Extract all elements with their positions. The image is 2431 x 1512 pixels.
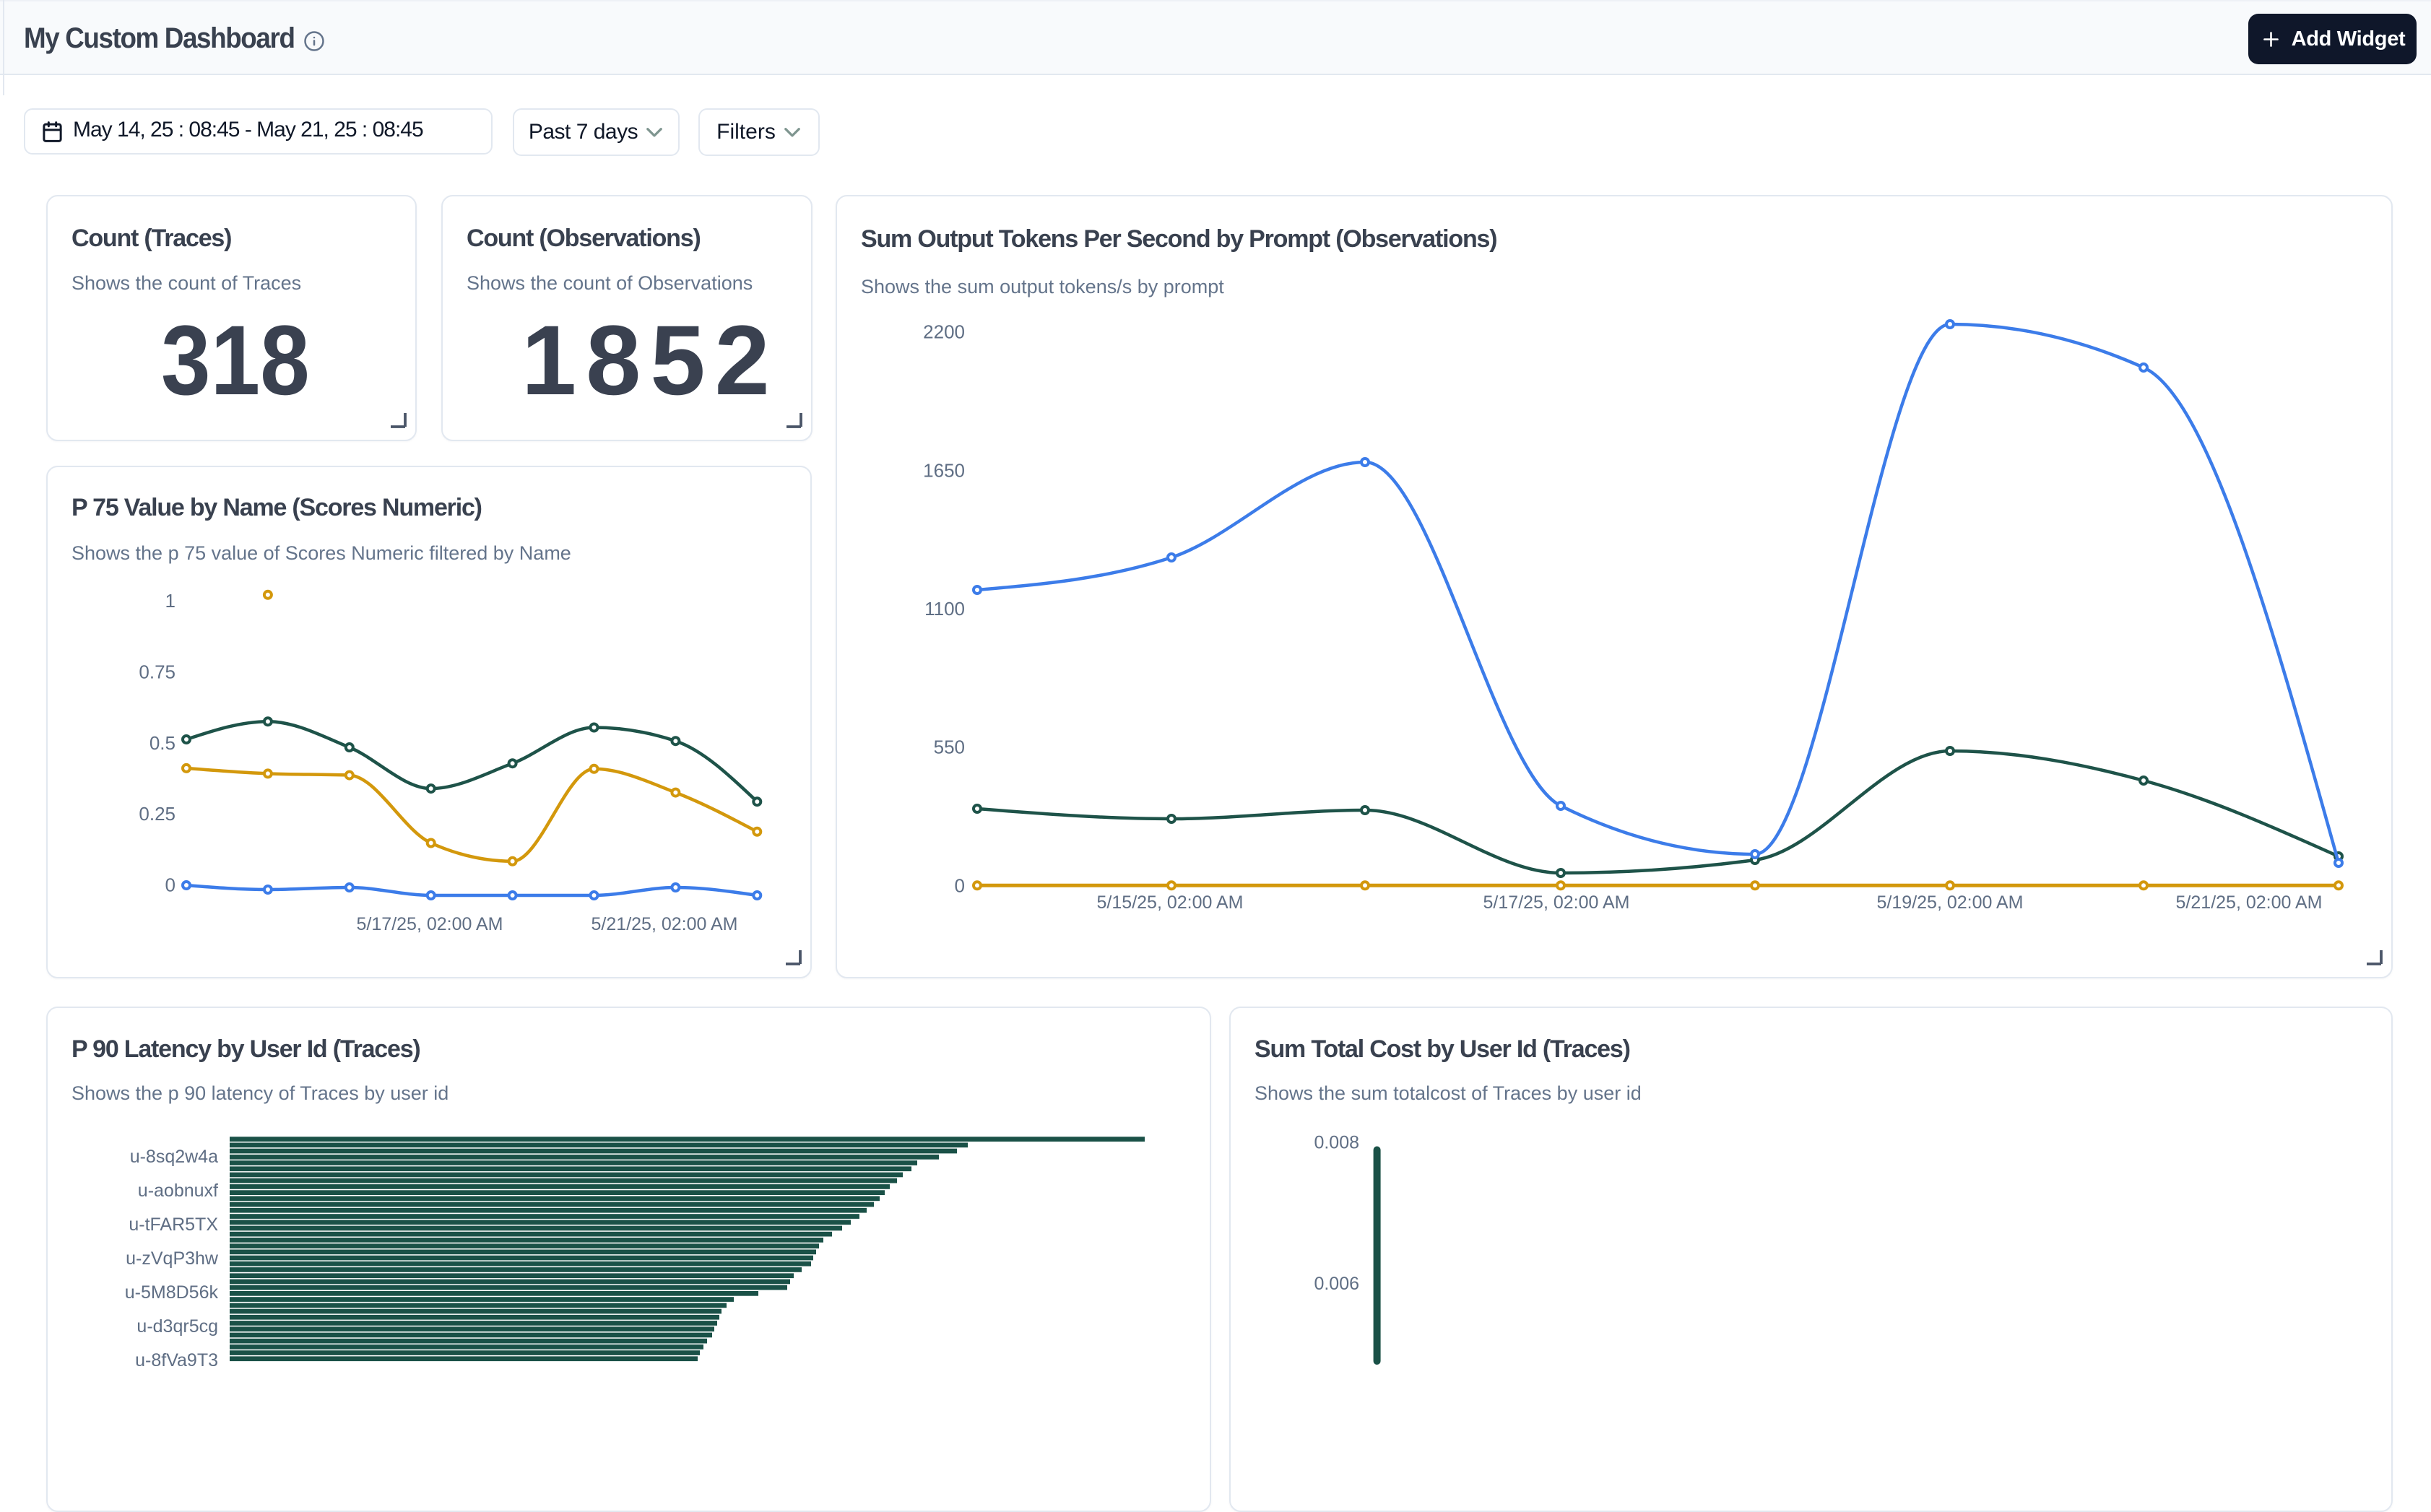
svg-text:1650: 1650 — [923, 459, 965, 481]
svg-text:0.25: 0.25 — [139, 803, 176, 825]
svg-text:0.006: 0.006 — [1314, 1274, 1359, 1294]
svg-text:u-8sq2w4a: u-8sq2w4a — [130, 1147, 218, 1167]
svg-text:5/19/25, 02:00 AM: 5/19/25, 02:00 AM — [1877, 892, 2024, 913]
svg-text:1100: 1100 — [924, 598, 965, 620]
svg-text:5/17/25, 02:00 AM: 5/17/25, 02:00 AM — [1483, 892, 1630, 913]
svg-text:5/15/25, 02:00 AM: 5/15/25, 02:00 AM — [1097, 892, 1244, 913]
svg-text:0.75: 0.75 — [139, 661, 176, 682]
svg-text:2200: 2200 — [923, 321, 965, 343]
svg-text:0: 0 — [165, 874, 176, 896]
svg-text:u-tFAR5TX: u-tFAR5TX — [129, 1215, 218, 1235]
svg-text:u-aobnuxf: u-aobnuxf — [138, 1181, 218, 1201]
svg-text:0.008: 0.008 — [1314, 1132, 1359, 1152]
svg-text:u-zVqP3hw: u-zVqP3hw — [126, 1248, 219, 1269]
svg-text:u-8fVa9T3: u-8fVa9T3 — [135, 1350, 218, 1370]
svg-text:0: 0 — [955, 874, 965, 896]
svg-text:550: 550 — [934, 737, 965, 758]
svg-text:u-d3qr5cg: u-d3qr5cg — [136, 1316, 218, 1337]
svg-text:1: 1 — [165, 590, 176, 612]
svg-text:5/17/25, 02:00 AM: 5/17/25, 02:00 AM — [357, 914, 503, 934]
svg-text:5/21/25, 02:00 AM: 5/21/25, 02:00 AM — [592, 914, 738, 934]
svg-text:0.5: 0.5 — [150, 732, 176, 754]
svg-text:5/21/25, 02:00 AM: 5/21/25, 02:00 AM — [2176, 892, 2323, 913]
svg-text:u-5M8D56k: u-5M8D56k — [125, 1282, 219, 1303]
